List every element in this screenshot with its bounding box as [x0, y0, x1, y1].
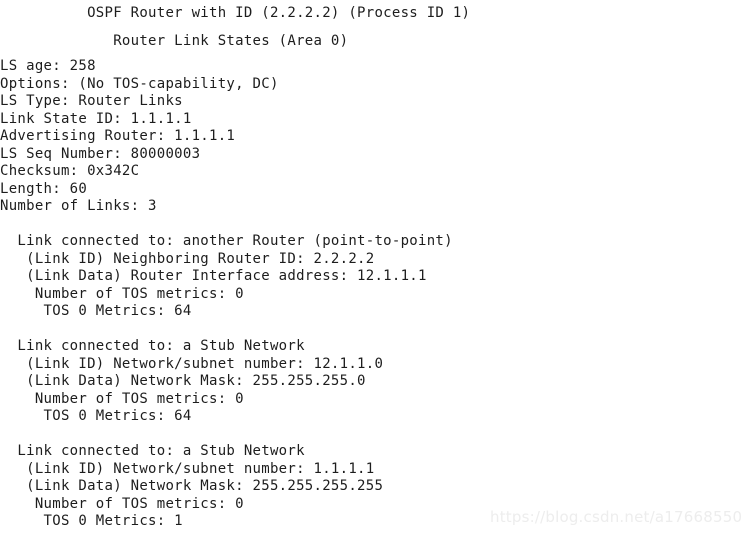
options-line: Options: (No TOS-capability, DC): [0, 75, 279, 92]
link-state-id-line: Link State ID: 1.1.1.1: [0, 110, 192, 127]
tos-0-metrics-line: TOS 0 Metrics: 64: [0, 408, 192, 424]
length-line: Length: 60: [0, 180, 88, 197]
advertising-router-line: Advertising Router: 1.1.1.1: [0, 128, 236, 144]
link-connected-to-line: Link connected to: another Router (point…: [0, 233, 453, 249]
number-of-links-line: Number of Links: 3: [0, 198, 157, 214]
link-data-line: (Link Data) Router Interface address: 12…: [0, 268, 427, 284]
router-link-states-header-line: Router Link States (Area 0): [0, 33, 349, 49]
router-id-header-line: OSPF Router with ID (2.2.2.2) (Process I…: [0, 5, 471, 21]
link-connected-to-line: Link connected to: a Stub Network: [0, 338, 305, 354]
link-id-line: (Link ID) Network/subnet number: 1.1.1.1: [0, 460, 375, 477]
number-of-tos-metrics-line: Number of TOS metrics: 0: [0, 390, 244, 407]
link-data-line: (Link Data) Network Mask: 255.255.255.25…: [0, 478, 384, 494]
checksum-line: Checksum: 0x342C: [0, 163, 140, 179]
link-id-line: (Link ID) Neighboring Router ID: 2.2.2.2: [0, 250, 375, 267]
ls-type-line: LS Type: Router Links: [0, 93, 183, 109]
number-of-tos-metrics-line: Number of TOS metrics: 0: [0, 285, 244, 302]
link-entry: Link connected to: a Stub Network (Link …: [0, 338, 742, 426]
title-block: OSPF Router with ID (2.2.2.2) (Process I…: [0, 0, 742, 51]
lsa-header-block: LS age: 258 Options: (No TOS-capability,…: [0, 51, 742, 216]
link-connected-to-line: Link connected to: a Stub Network: [0, 443, 305, 459]
title-spacer: [0, 23, 742, 32]
tos-0-metrics-line: TOS 0 Metrics: 64: [0, 303, 192, 319]
watermark-url: https://blog.csdn.net/a1766855068: [490, 508, 742, 526]
terminal-output: OSPF Router with ID (2.2.2.2) (Process I…: [0, 0, 742, 538]
link-data-line: (Link Data) Network Mask: 255.255.255.0: [0, 373, 366, 389]
link-entry: Link connected to: another Router (point…: [0, 233, 742, 321]
ls-age-line: LS age: 258: [0, 58, 96, 74]
ls-seq-number-line: LS Seq Number: 80000003: [0, 145, 201, 162]
link-id-line: (Link ID) Network/subnet number: 12.1.1.…: [0, 355, 384, 372]
